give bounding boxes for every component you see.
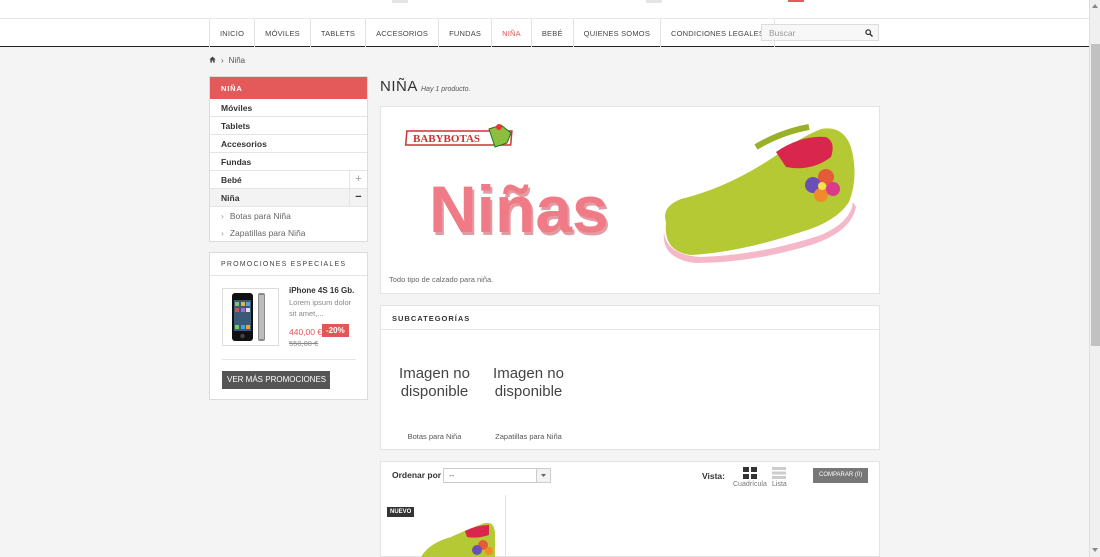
subcategory-name[interactable]: Zapatillas para Niña [481,432,576,441]
product-image[interactable] [381,495,506,557]
search-placeholder: Buscar [769,28,796,38]
expand-icon[interactable]: + [349,171,367,188]
top-strip-marker [646,0,662,3]
list-view-button[interactable]: Lista [772,467,787,488]
chevron-right-icon: › [221,211,224,221]
subcategory-card[interactable]: Imagen no disponible Zapatillas para Niña [481,336,576,441]
iphone-thumbnail[interactable] [222,288,279,346]
product-count: Hay 1 producto. [421,86,471,93]
more-promotions-button[interactable]: VER MÁS PROMOCIONES ❯ [222,371,335,389]
page-title: NIÑA [380,78,418,95]
promo-product-description: Lorem ipsum dolor sit amet,... [289,298,352,318]
scroll-down-icon[interactable] [1092,548,1098,552]
category-banner: BABYBOTAS Niñas Niñas Todo tipo de calza… [380,106,880,294]
menu-nina[interactable]: NIÑA [492,19,532,47]
product-sort-bar: Ordenar por -- Vista: Cuadrícula Lista C… [380,461,880,496]
category-label: Móviles [221,103,253,113]
brand-text: BABYBOTAS [413,133,480,145]
main-menu: INICIO MÓVILES TABLETS ACCESORIOS FUNDAS… [0,19,1089,47]
compare-button[interactable]: COMPARAR (0) [813,468,868,483]
subcategory-zapatillas[interactable]: › Zapatillas para Niña [210,224,367,241]
product-card[interactable]: NUEVO [381,495,506,557]
promo-product-name[interactable]: iPhone 4S 16 Gb. [289,286,354,295]
menu-bebe[interactable]: BEBÉ [532,19,574,47]
menu-accesorios[interactable]: ACCESORIOS [366,19,440,47]
chevron-down-icon[interactable] [536,469,550,482]
promo-old-price: 550,00 € [289,339,319,348]
grid-icon [742,467,757,479]
menu-tablets[interactable]: TABLETS [311,19,367,47]
category-bebe[interactable]: Bebé + [210,171,367,189]
chevron-right-icon: › [221,228,224,238]
grid-view-button[interactable]: Cuadrícula [733,467,767,488]
scroll-up-icon[interactable] [1092,4,1098,8]
discount-badge: -20% [322,324,349,337]
chevron-right-icon: ❯ [328,375,336,384]
image-placeholder[interactable]: Imagen no disponible [481,336,576,430]
placeholder-line: disponible [400,383,469,400]
category-banner-image: BABYBOTAS Niñas Niñas [404,124,856,263]
headline-text: Niñas [429,172,609,246]
category-label: Bebé [221,175,242,185]
grid-view-label: Cuadrícula [733,481,767,488]
menu-moviles[interactable]: MÓVILES [255,19,311,47]
menu-fundas[interactable]: FUNDAS [439,19,493,47]
special-promotions-block: PROMOCIONES ESPECIALES iPhone 4S 16 Gb. … [209,252,368,400]
subcategory-label: Zapatillas para Niña [229,228,306,238]
category-label: Accesorios [221,139,267,149]
list-icon [772,467,787,479]
category-label: Tablets [221,121,251,131]
home-icon[interactable] [209,56,216,65]
image-placeholder[interactable]: Imagen no disponible [387,336,482,430]
top-strip-marker [392,0,408,3]
view-label: Vista: [702,471,725,481]
category-moviles[interactable]: Móviles [210,99,367,117]
placeholder-line: Imagen no [399,365,470,382]
subcategory-card[interactable]: Imagen no disponible Botas para Niña [387,336,482,441]
top-strip [0,0,1089,19]
search-icon[interactable] [865,29,873,39]
menu-inicio[interactable]: INICIO [210,19,256,47]
top-strip-marker [788,0,804,2]
promo-price: 440,00 € [289,327,323,337]
category-description: Todo tipo de calzado para niña. [389,275,494,284]
category-fundas[interactable]: Fundas [210,153,367,171]
breadcrumb-separator: › [221,56,224,65]
category-block-title: NIÑA [210,77,367,99]
breadcrumb: › Niña [209,56,245,65]
subcategories-block: SUBCATEGORÍAS Imagen no disponible Botas … [380,305,880,450]
category-block: NIÑA Móviles Tablets Accesorios Fundas B… [209,76,368,242]
category-accesorios[interactable]: Accesorios [210,135,367,153]
scrollbar-thumb[interactable] [1091,44,1100,346]
divider [222,359,356,360]
list-view-label: Lista [772,481,787,488]
sort-value: -- [449,471,455,480]
menu-quienes-somos[interactable]: QUIENES SOMOS [574,19,662,47]
breadcrumb-current: Niña [228,56,246,65]
category-label: Niña [221,193,240,203]
promotions-title: PROMOCIONES ESPECIALES [210,253,367,276]
subcategories-title: SUBCATEGORÍAS [381,306,879,330]
product-list: NUEVO [380,495,880,557]
menu-condiciones-legales[interactable]: CONDICIONES LEGALES [661,19,776,47]
search-input[interactable]: Buscar [761,24,879,41]
category-nina[interactable]: Niña − [210,189,367,207]
placeholder-line: Imagen no [493,365,564,382]
subcategory-botas[interactable]: › Botas para Niña [210,207,367,224]
placeholder-line: disponible [494,383,563,400]
sort-select[interactable]: -- [443,468,551,483]
subcategory-name[interactable]: Botas para Niña [387,432,482,441]
category-label: Fundas [221,157,252,167]
more-promotions-label: VER MÁS PROMOCIONES [227,375,327,384]
category-tablets[interactable]: Tablets [210,117,367,135]
page-scrollbar[interactable] [1089,0,1100,557]
sort-label: Ordenar por [392,470,442,480]
collapse-icon[interactable]: − [349,189,367,206]
subcategory-label: Botas para Niña [229,211,291,221]
